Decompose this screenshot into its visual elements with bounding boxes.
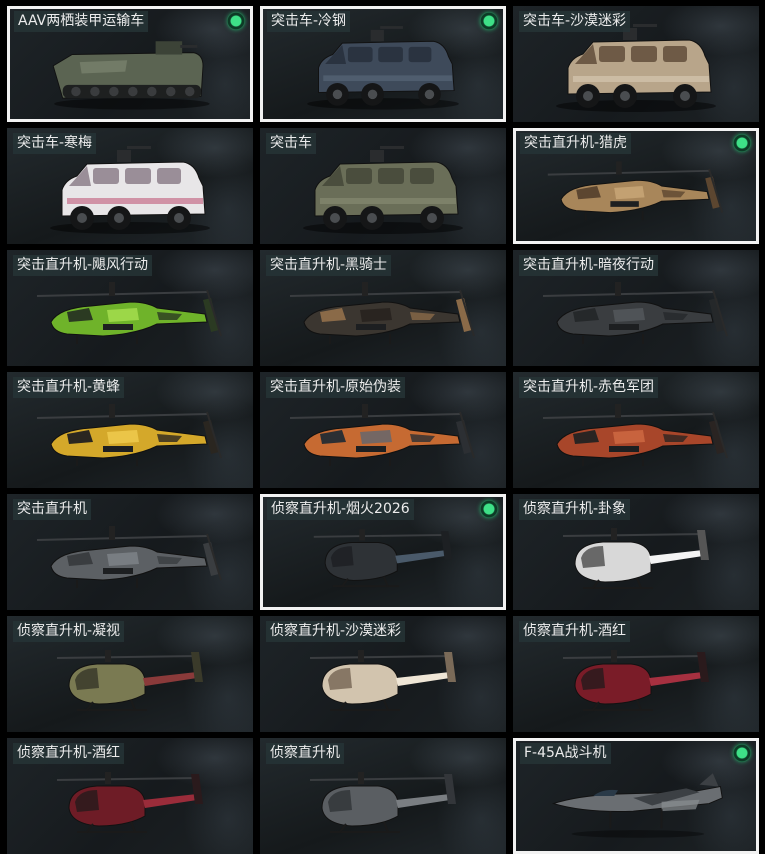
attack-helicopter-image	[289, 404, 475, 466]
vehicle-name: 突击直升机-黄蜂	[13, 377, 125, 398]
vehicle-name: 突击车-沙漠迷彩	[519, 11, 631, 32]
vehicle-card[interactable]: 突击车-冷钢	[260, 6, 506, 122]
vehicle-card[interactable]: 侦察直升机	[260, 738, 506, 854]
vehicle-name: 突击直升机-飓风行动	[13, 255, 153, 276]
vehicle-card[interactable]: 突击直升机-原始伪装	[260, 372, 506, 488]
vehicle-card[interactable]: 侦察直升机-沙漠迷彩	[260, 616, 506, 732]
vehicle-card[interactable]: 侦察直升机-凝视	[7, 616, 253, 732]
attack-helicopter-image	[289, 282, 475, 344]
vehicle-card[interactable]: 突击直升机-赤色军团	[513, 372, 759, 488]
vehicle-name: 突击直升机-黑骑士	[266, 255, 392, 276]
scout-helicopter-image	[309, 772, 456, 833]
vehicle-card[interactable]: 突击直升机-飓风行动	[7, 250, 253, 366]
vehicle-name: 侦察直升机-酒红	[13, 743, 125, 764]
scout-helicopter-image	[562, 528, 709, 589]
vehicle-card[interactable]: 突击车-寒梅	[7, 128, 253, 244]
vehicle-card[interactable]: 突击直升机	[7, 494, 253, 610]
vehicle-name: 突击车	[266, 133, 316, 154]
vehicle-card[interactable]: 侦察直升机-酒红	[7, 738, 253, 854]
vehicle-name: 侦察直升机-烟火2026	[267, 499, 414, 520]
assault-truck-image	[50, 146, 210, 234]
vehicle-card[interactable]: 突击车-沙漠迷彩	[513, 6, 759, 122]
vehicle-name: 侦察直升机-酒红	[519, 621, 631, 642]
vehicle-name: 突击直升机-原始伪装	[266, 377, 406, 398]
vehicle-card[interactable]: 突击直升机-猎虎	[513, 128, 759, 244]
attack-helicopter-image	[36, 404, 222, 466]
attack-helicopter-image	[36, 526, 222, 588]
equipped-indicator-icon	[480, 12, 498, 30]
vehicle-name: 侦察直升机	[266, 743, 344, 764]
vehicle-card[interactable]: 侦察直升机-烟火2026	[260, 494, 506, 610]
assault-truck-image	[307, 26, 459, 110]
fighter-jet-image	[551, 773, 723, 838]
vehicle-name: 突击直升机-猎虎	[520, 133, 632, 154]
vehicle-name: 侦察直升机-凝视	[13, 621, 125, 642]
attack-helicopter-image	[542, 282, 728, 344]
scout-helicopter-image	[309, 650, 456, 711]
equipped-indicator-icon	[733, 134, 751, 152]
vehicle-name: 突击直升机	[13, 499, 91, 520]
vehicle-name: 突击车-寒梅	[13, 133, 97, 154]
equipped-indicator-icon	[480, 500, 498, 518]
scout-helicopter-image	[313, 529, 453, 588]
vehicle-name: 侦察直升机-沙漠迷彩	[266, 621, 406, 642]
scout-helicopter-image	[562, 650, 709, 711]
equipped-indicator-icon	[733, 744, 751, 762]
vehicle-card[interactable]: 侦察直升机-卦象	[513, 494, 759, 610]
amphibious-carrier-image	[52, 41, 210, 110]
equipped-indicator-icon	[227, 12, 245, 30]
vehicle-card[interactable]: F-45A战斗机	[513, 738, 759, 854]
vehicle-name: 突击直升机-赤色军团	[519, 377, 659, 398]
vehicle-name: 突击直升机-暗夜行动	[519, 255, 659, 276]
assault-truck-image	[556, 24, 716, 112]
vehicle-card[interactable]: 突击直升机-暗夜行动	[513, 250, 759, 366]
vehicle-card[interactable]: 突击直升机-黑骑士	[260, 250, 506, 366]
vehicle-card[interactable]: 侦察直升机-酒红	[513, 616, 759, 732]
vehicle-card[interactable]: 突击直升机-黄蜂	[7, 372, 253, 488]
vehicle-name: F-45A战斗机	[520, 743, 611, 764]
vehicle-card[interactable]: AAV两栖装甲运输车	[7, 6, 253, 122]
vehicle-grid: AAV两栖装甲运输车 突击车-冷钢 突击车-沙漠迷彩突击车-寒梅 突击车 突击直升机-猎…	[0, 0, 765, 854]
vehicle-name: 突击车-冷钢	[267, 11, 351, 32]
vehicle-name: 侦察直升机-卦象	[519, 499, 631, 520]
attack-helicopter-image	[542, 404, 728, 466]
scout-helicopter-image	[56, 772, 203, 833]
scout-helicopter-image	[56, 650, 203, 711]
attack-helicopter-image	[547, 161, 724, 221]
attack-helicopter-image	[36, 282, 222, 344]
vehicle-card[interactable]: 突击车	[260, 128, 506, 244]
assault-truck-image	[303, 146, 463, 234]
vehicle-name: AAV两栖装甲运输车	[14, 11, 149, 32]
